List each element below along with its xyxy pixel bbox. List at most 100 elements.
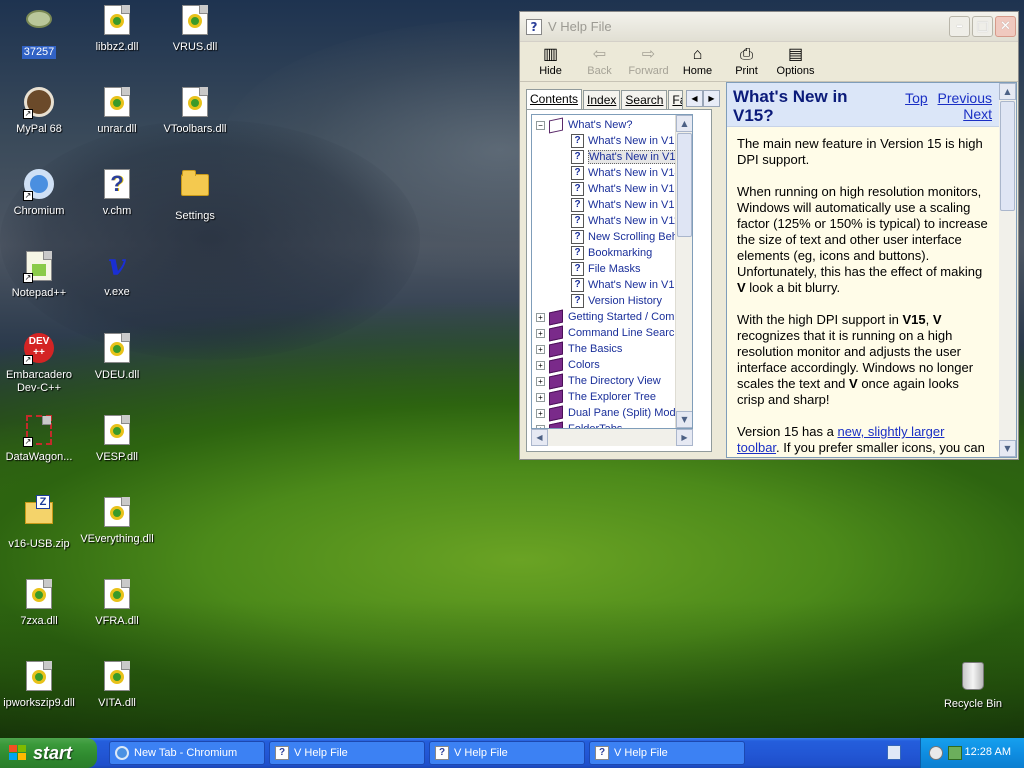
desktop-icon-notepadpp[interactable]: ↗ Notepad++ [0,250,78,300]
print-button[interactable]: ⎙ Print [722,42,771,81]
desktop-icon-vtoolbars[interactable]: VToolbars.dll [156,86,234,136]
desktop-icon-v-exe[interactable]: v v.exe [78,250,156,299]
desktop-icon-vdeu[interactable]: VDEU.dll [78,332,156,382]
tree-item[interactable]: + The Directory View [532,373,692,389]
desktop-icon-vrus[interactable]: VRUS.dll [156,4,234,54]
taskbar-button-help-1[interactable]: ? V Help File [269,741,425,765]
tab-search[interactable]: Search [621,90,668,109]
expand-icon[interactable]: + [536,344,545,354]
taskbar-button-chromium[interactable]: New Tab - Chromium [109,741,265,765]
top-link[interactable]: Top [905,90,928,106]
scroll-up-button[interactable]: ▲ [676,115,692,132]
tree-item[interactable]: ? What's New in V10? [532,277,692,293]
next-link[interactable]: Next [963,106,992,122]
datawagon-icon: ↗ [23,415,55,447]
tree-vertical-scrollbar[interactable]: ▲ ▼ [675,115,692,428]
paragraph-text: . If you prefer smaller icons, you can [776,440,985,455]
contents-tree[interactable]: − What's New?? What's New in V16?? What's N… [531,114,693,429]
desktop-icon-veverything[interactable]: VEverything.dll [78,496,156,546]
expand-icon[interactable]: + [536,408,545,418]
scroll-up-button[interactable]: ▲ [999,83,1016,100]
taskbar-button-help-2[interactable]: ? V Help File [429,741,585,765]
desktop-icon-chromium[interactable]: ↗ Chromium [0,168,78,218]
scroll-thumb[interactable] [677,133,692,237]
tree-item[interactable]: ? Bookmarking [532,245,692,261]
back-button[interactable]: ⇦ Back [575,42,624,81]
options-button[interactable]: ▤ Options [771,42,820,81]
hide-button[interactable]: ▥ Hide [526,42,575,81]
dev-icon-text: ++ [33,347,45,358]
content-vertical-scrollbar[interactable]: ▲ ▼ [999,83,1016,457]
tree-item[interactable]: ? File Masks [532,261,692,277]
desktop-icon-mypal[interactable]: ↗ MyPal 68 [0,86,78,136]
tab-label: Fa [672,93,682,107]
scroll-right-button[interactable]: ▶ [676,429,693,446]
desktop-icon-37257[interactable]: 37257 [0,4,78,59]
tree-item[interactable]: ? New Scrolling Behav [532,229,692,245]
tree-item[interactable]: + Getting Started / Comma [532,309,692,325]
tree-item[interactable]: ? What's New in V12? [532,197,692,213]
help-window[interactable]: ? V Help File – □ ✕ ▥ Hide ⇦ Back ⇨ Forward… [519,11,1019,460]
tree-rows: − What's New?? What's New in V16?? What's N… [532,115,692,428]
tree-item[interactable]: − What's New? [532,117,692,133]
tree-item[interactable]: + FolderTabs [532,421,692,428]
hide-icon: ▥ [542,46,559,63]
desktop-icon-label: Notepad++ [11,287,67,299]
previous-link[interactable]: Previous [938,90,992,106]
tree-item[interactable]: + The Explorer Tree [532,389,692,405]
expand-icon[interactable]: + [536,392,545,402]
tree-item[interactable]: ? What's New in V11? [532,213,692,229]
desktop-icon-devcpp[interactable]: DEV ++ ↗ Embarcadero Dev-C++ [0,332,78,395]
desktop-icon-vesp[interactable]: VESP.dll [78,414,156,464]
tray-app-icon[interactable] [929,746,943,760]
scroll-down-button[interactable]: ▼ [676,411,692,428]
expand-icon[interactable]: + [536,312,545,322]
maximize-button[interactable]: □ [972,16,993,37]
title-bar[interactable]: ? V Help File – □ ✕ [520,12,1018,42]
minimize-button[interactable]: – [949,16,970,37]
taskbar-button-help-3[interactable]: ? V Help File [589,741,745,765]
expand-icon[interactable]: + [536,376,545,386]
tree-item[interactable]: + Dual Pane (Split) Mode [532,405,692,421]
forward-button[interactable]: ⇨ Forward [624,42,673,81]
tab-contents[interactable]: Contents [526,89,583,109]
tree-item[interactable]: ? What's New in V14? [532,165,692,181]
close-button[interactable]: ✕ [995,16,1016,37]
tree-item[interactable]: + Colors [532,357,692,373]
paragraph-text: , [925,312,930,327]
desktop-icon-datawagon[interactable]: ↗ DataWagon... [0,414,78,464]
desktop-icon-v16-usb-zip[interactable]: Z v16-USB.zip [0,495,78,551]
desktop-icon-unrar[interactable]: unrar.dll [78,86,156,136]
tree-item-label: Getting Started / Comma [568,311,690,323]
start-button[interactable]: start [0,738,97,768]
tab-scroll-right-button[interactable]: ▶ [703,90,720,107]
scroll-down-button[interactable]: ▼ [999,440,1016,457]
tree-item[interactable]: ? Version History [532,293,692,309]
tab-index[interactable]: Index [583,90,621,109]
tree-item[interactable]: ? What's New in V15? [532,149,692,165]
tree-item[interactable]: + Command Line Search (C [532,325,692,341]
clock[interactable]: 12:28 AM [965,746,1011,758]
tree-item[interactable]: + The Basics [532,341,692,357]
expand-icon[interactable]: + [536,360,545,370]
home-button[interactable]: ⌂ Home [673,42,722,81]
desktop-icon-vita[interactable]: VITA.dll [78,660,156,710]
tab-favorites[interactable]: Fa [668,90,683,109]
desktop-icon-v-chm[interactable]: ? v.chm [78,168,156,218]
desktop-icon-ipworkszip9[interactable]: ipworkszip9.dll [0,660,78,710]
tab-scroll-left-button[interactable]: ◀ [686,90,703,107]
tree-item[interactable]: ? What's New in V16? [532,133,692,149]
desktop-icon-libbz2[interactable]: libbz2.dll [78,4,156,54]
collapse-icon[interactable]: − [536,120,545,130]
desktop-icon-vfra[interactable]: VFRA.dll [78,578,156,628]
desktop-icon-7zxa[interactable]: 7zxa.dll [0,578,78,628]
scroll-left-button[interactable]: ◀ [531,429,548,446]
desktop-icon-recycle-bin[interactable]: Recycle Bin [934,660,1012,711]
scroll-thumb[interactable] [1000,101,1015,211]
network-icon[interactable] [948,746,962,760]
expand-icon[interactable]: + [536,328,545,338]
keyboard-icon[interactable] [887,745,901,760]
tree-item[interactable]: ? What's New in V13? [532,181,692,197]
tree-horizontal-scrollbar[interactable]: ◀ ▶ [531,429,693,446]
desktop-icon-settings[interactable]: Settings [156,168,234,223]
